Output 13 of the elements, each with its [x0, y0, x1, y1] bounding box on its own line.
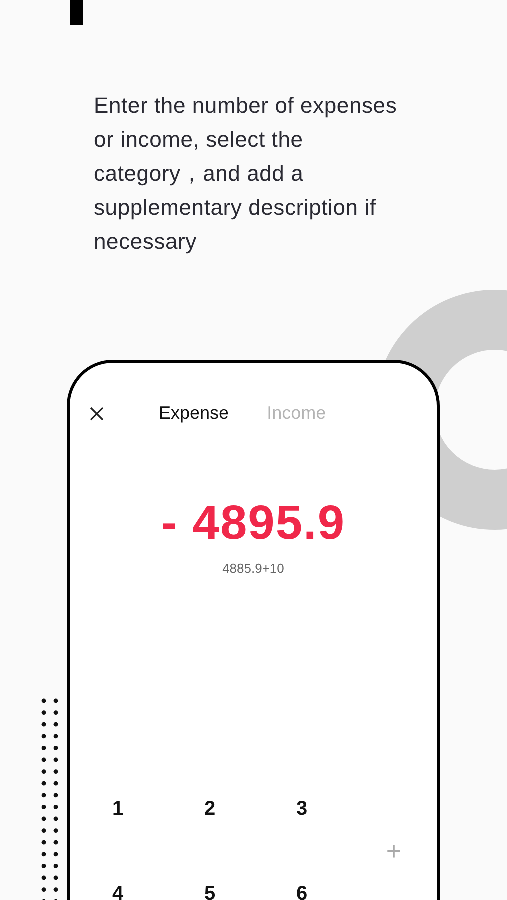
digit-key[interactable]: 4 [98, 874, 138, 900]
digit-key[interactable]: 2 [190, 789, 230, 829]
tab[interactable]: Expense [159, 403, 230, 424]
dot-pattern-icon [40, 698, 60, 900]
headline: Enter the number of expenses or income, select the category，and add a supplementary description if necessary [94, 92, 398, 256]
digit-key[interactable]: 3 [282, 789, 322, 829]
close-icon[interactable] [90, 407, 104, 421]
expression: 4885.9+10 [222, 561, 286, 576]
accent-bar [70, 0, 83, 25]
amount: - 4895.9 [160, 496, 347, 551]
digit-key[interactable]: 5 [190, 874, 230, 900]
digit-key[interactable]: 1 [98, 789, 138, 829]
digit-key[interactable]: 6 [282, 874, 322, 900]
